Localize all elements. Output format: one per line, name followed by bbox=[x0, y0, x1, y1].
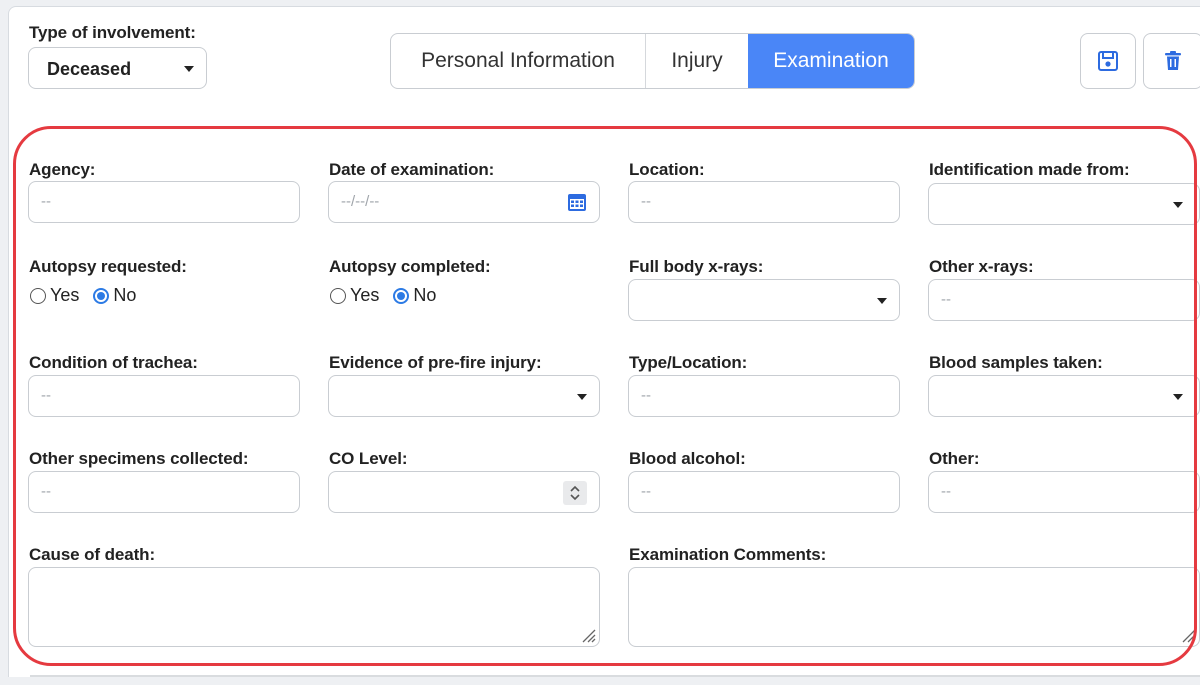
other-placeholder: -- bbox=[941, 483, 951, 500]
radio-checked[interactable] bbox=[393, 287, 410, 304]
agency-input[interactable]: -- bbox=[28, 181, 300, 223]
identification-label: Identification made from: bbox=[929, 160, 1130, 179]
cause-of-death-label: Cause of death: bbox=[29, 545, 156, 564]
type-location-placeholder: -- bbox=[641, 387, 651, 404]
chevron-down-icon bbox=[577, 394, 587, 400]
number-stepper[interactable] bbox=[563, 481, 587, 505]
blood-samples-select[interactable] bbox=[928, 375, 1200, 417]
exam-comments-label: Examination Comments: bbox=[629, 545, 827, 564]
other-xrays-placeholder: -- bbox=[941, 291, 951, 308]
other-specimens-input[interactable]: -- bbox=[28, 471, 300, 513]
chevron-down-icon bbox=[1173, 202, 1183, 208]
save-button[interactable] bbox=[1080, 33, 1136, 89]
autopsy-completed-label: Autopsy completed: bbox=[329, 257, 491, 276]
chevron-down-icon bbox=[184, 66, 194, 72]
full-body-xrays-label: Full body x-rays: bbox=[629, 257, 764, 276]
exam-comments-textarea[interactable] bbox=[628, 567, 1200, 647]
date-exam-placeholder: --/--/-- bbox=[341, 193, 380, 210]
radio-unchecked[interactable] bbox=[330, 287, 346, 304]
blood-alcohol-label: Blood alcohol: bbox=[629, 449, 746, 468]
stepper-arrows-icon bbox=[570, 485, 580, 501]
blood-samples-label: Blood samples taken: bbox=[929, 353, 1103, 372]
other-specimens-label: Other specimens collected: bbox=[29, 449, 249, 468]
divider bbox=[30, 675, 1200, 677]
date-exam-label: Date of examination: bbox=[329, 160, 495, 179]
trachea-input[interactable]: -- bbox=[28, 375, 300, 417]
autopsy-completed-no[interactable]: No bbox=[393, 285, 436, 306]
full-body-xrays-select[interactable] bbox=[628, 279, 900, 321]
resize-handle-icon[interactable] bbox=[1180, 627, 1196, 643]
autopsy-requested-no[interactable]: No bbox=[93, 285, 136, 306]
location-input[interactable]: -- bbox=[628, 181, 900, 223]
location-placeholder: -- bbox=[641, 193, 651, 210]
identification-select[interactable] bbox=[928, 183, 1200, 225]
agency-placeholder: -- bbox=[41, 193, 51, 210]
other-label: Other: bbox=[929, 449, 980, 468]
other-xrays-input[interactable]: -- bbox=[928, 279, 1200, 321]
co-level-label: CO Level: bbox=[329, 449, 408, 468]
autopsy-completed-radios: Yes No bbox=[330, 285, 450, 306]
save-icon bbox=[1098, 51, 1118, 71]
type-location-input[interactable]: -- bbox=[628, 375, 900, 417]
other-xrays-label: Other x-rays: bbox=[929, 257, 1034, 276]
prefire-injury-label: Evidence of pre-fire injury: bbox=[329, 353, 542, 372]
tab-injury[interactable]: Injury bbox=[646, 34, 748, 88]
trash-icon bbox=[1165, 51, 1181, 70]
trachea-placeholder: -- bbox=[41, 387, 51, 404]
tab-bar: Personal Information Injury Examination bbox=[390, 33, 915, 89]
other-input[interactable]: -- bbox=[928, 471, 1200, 513]
involvement-label: Type of involvement: bbox=[29, 23, 196, 42]
other-specimens-placeholder: -- bbox=[41, 483, 51, 500]
autopsy-requested-yes[interactable]: Yes bbox=[30, 285, 79, 306]
radio-checked[interactable] bbox=[93, 287, 110, 304]
calendar-icon[interactable] bbox=[567, 192, 587, 212]
blood-alcohol-placeholder: -- bbox=[641, 483, 651, 500]
radio-unchecked[interactable] bbox=[30, 287, 46, 304]
autopsy-requested-radios: Yes No bbox=[30, 285, 150, 306]
location-label: Location: bbox=[629, 160, 705, 179]
involvement-value: Deceased bbox=[47, 59, 132, 79]
co-level-input[interactable] bbox=[328, 471, 600, 513]
involvement-select[interactable]: Deceased bbox=[28, 47, 207, 89]
agency-label: Agency: bbox=[29, 160, 96, 179]
cause-of-death-textarea[interactable] bbox=[28, 567, 600, 647]
delete-button[interactable] bbox=[1143, 33, 1200, 89]
prefire-injury-select[interactable] bbox=[328, 375, 600, 417]
tab-personal-information[interactable]: Personal Information bbox=[391, 34, 646, 88]
trachea-label: Condition of trachea: bbox=[29, 353, 198, 372]
blood-alcohol-input[interactable]: -- bbox=[628, 471, 900, 513]
autopsy-completed-yes[interactable]: Yes bbox=[330, 285, 379, 306]
chevron-down-icon bbox=[1173, 394, 1183, 400]
tab-examination[interactable]: Examination bbox=[748, 34, 914, 88]
autopsy-requested-label: Autopsy requested: bbox=[29, 257, 187, 276]
chevron-down-icon bbox=[877, 298, 887, 304]
date-exam-input[interactable]: --/--/-- bbox=[328, 181, 600, 223]
resize-handle-icon[interactable] bbox=[580, 627, 596, 643]
type-location-label: Type/Location: bbox=[629, 353, 748, 372]
